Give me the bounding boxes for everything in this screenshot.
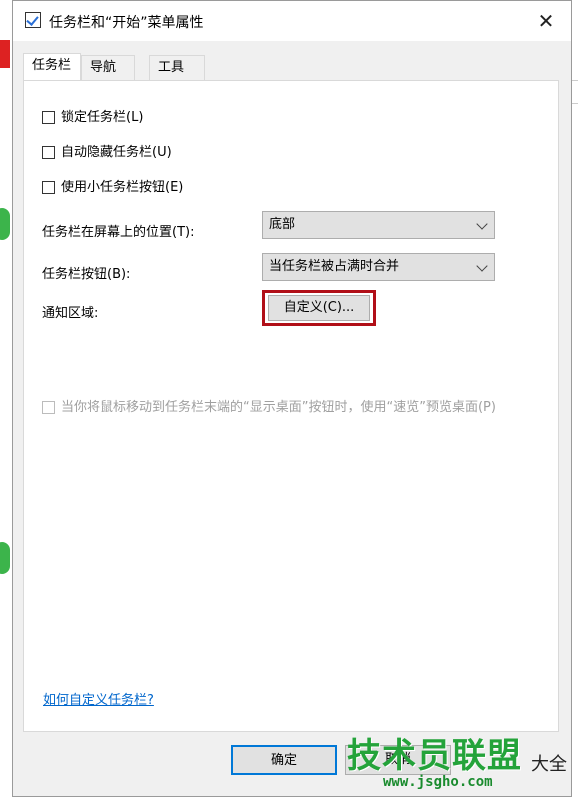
lock-taskbar-checkbox[interactable]: 锁定任务栏(L) — [42, 109, 143, 127]
notification-area-label: 通知区域: — [42, 306, 99, 321]
chevron-down-icon — [476, 260, 488, 272]
auto-hide-checkbox[interactable]: 自动隐藏任务栏(U) — [42, 144, 172, 162]
background-app-edge — [0, 0, 12, 797]
checkbox-box — [42, 146, 55, 159]
location-value: 底部 — [269, 217, 296, 232]
close-button[interactable]: ✕ — [531, 7, 561, 35]
background-app-fragment — [0, 542, 10, 574]
cancel-button[interactable]: 取消 — [345, 745, 451, 775]
taskbar-properties-icon — [25, 12, 41, 28]
window-title: 任务栏和“开始”菜单属性 — [49, 15, 204, 31]
location-select[interactable]: 底部 — [262, 211, 495, 239]
checkbox-box — [42, 181, 55, 194]
peek-checkbox[interactable]: 当你将鼠标移动到任务栏末端的“显示桌面”按钮时，使用“速览”预览桌面(P) — [42, 399, 496, 417]
checkbox-box — [42, 401, 55, 414]
tab-taskbar[interactable]: 任务栏 — [23, 53, 81, 80]
title-bar[interactable]: 任务栏和“开始”菜单属性 ✕ — [13, 1, 571, 41]
buttons-combine-value: 当任务栏被占满时合并 — [269, 259, 400, 274]
help-link[interactable]: 如何自定义任务栏? — [43, 689, 154, 708]
buttons-combine-label: 任务栏按钮(B): — [42, 267, 131, 282]
buttons-combine-select[interactable]: 当任务栏被占满时合并 — [262, 253, 495, 281]
checkbox-box — [42, 111, 55, 124]
peek-label: 当你将鼠标移动到任务栏末端的“显示桌面”按钮时，使用“速览”预览桌面(P) — [61, 400, 496, 415]
ok-button[interactable]: 确定 — [231, 745, 337, 775]
small-buttons-label: 使用小任务栏按钮(E) — [61, 180, 184, 195]
taskbar-properties-dialog: 任务栏和“开始”菜单属性 ✕ 任务栏 导航 工具栏 锁定任务栏(L) 自动隐藏任… — [12, 0, 572, 797]
taskbar-tab-panel: 锁定任务栏(L) 自动隐藏任务栏(U) 使用小任务栏按钮(E) 任务栏在屏幕上的… — [23, 80, 559, 732]
tab-navigation[interactable]: 导航 — [81, 55, 135, 80]
auto-hide-label: 自动隐藏任务栏(U) — [61, 145, 172, 160]
close-icon: ✕ — [537, 9, 555, 33]
location-label: 任务栏在屏幕上的位置(T): — [42, 225, 195, 240]
chevron-down-icon — [476, 218, 488, 230]
background-app-fragment — [0, 40, 10, 68]
customize-button[interactable]: 自定义(C)... — [268, 295, 370, 321]
small-buttons-checkbox[interactable]: 使用小任务栏按钮(E) — [42, 179, 183, 197]
background-app-fragment — [0, 208, 10, 240]
lock-taskbar-label: 锁定任务栏(L) — [61, 110, 144, 125]
tab-toolbars[interactable]: 工具栏 — [149, 55, 205, 99]
